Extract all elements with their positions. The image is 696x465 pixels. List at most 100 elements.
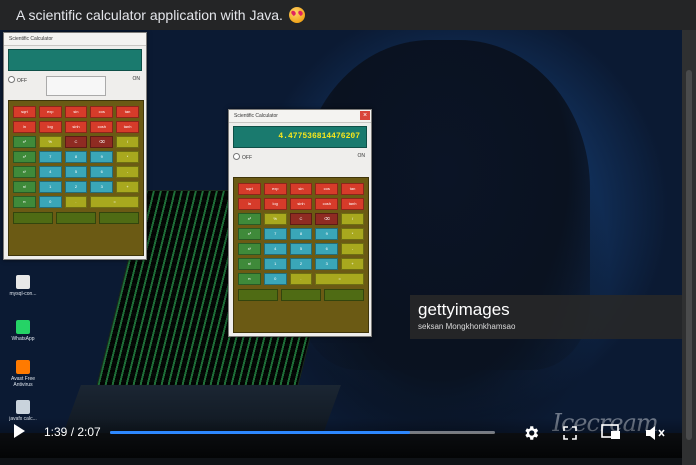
mute-icon[interactable] — [644, 424, 666, 442]
calc-key[interactable]: 4 — [38, 166, 62, 178]
calc-key[interactable]: 3 — [90, 181, 114, 193]
calc-key[interactable]: 5 — [64, 166, 88, 178]
calc-key[interactable]: / — [341, 213, 364, 225]
calc-key[interactable]: / — [116, 136, 139, 148]
calc-key[interactable]: = — [90, 196, 139, 208]
calculator-display — [8, 49, 142, 71]
calc-key[interactable]: tanh — [341, 198, 364, 210]
calc-key[interactable]: 0 — [38, 196, 62, 208]
calc-key[interactable]: log — [263, 198, 287, 210]
calc-key[interactable]: + — [116, 181, 139, 193]
calc-key[interactable]: log — [38, 121, 62, 133]
calc-key[interactable]: C — [289, 213, 313, 225]
calc-key[interactable]: . — [289, 273, 313, 285]
calc-key[interactable]: 4 — [263, 243, 287, 255]
calc-key[interactable]: cosh — [315, 198, 339, 210]
calc-key[interactable]: 6 — [90, 166, 114, 178]
calc-key[interactable] — [99, 212, 139, 224]
calc-key[interactable]: 3 — [315, 258, 339, 270]
calc-key[interactable]: ln — [238, 198, 261, 210]
calc-key[interactable]: sqrt — [238, 183, 261, 195]
calc-key[interactable]: π — [13, 196, 36, 208]
calc-key[interactable]: + — [341, 258, 364, 270]
calc-key[interactable]: ⌫ — [315, 213, 339, 225]
calc-key[interactable]: 8 — [64, 151, 88, 163]
calc-key[interactable]: cosh — [90, 121, 114, 133]
calc-key[interactable]: sinh — [64, 121, 88, 133]
close-icon[interactable]: × — [360, 111, 370, 120]
calc-key[interactable]: % — [38, 136, 62, 148]
progress-bar[interactable] — [110, 431, 495, 434]
calc-key[interactable]: 5 — [289, 243, 313, 255]
calc-key[interactable]: 6 — [315, 243, 339, 255]
calc-key[interactable]: x² — [13, 136, 36, 148]
calc-key[interactable]: 9 — [90, 151, 114, 163]
calc-key[interactable]: 2 — [289, 258, 313, 270]
calc-key[interactable]: tan — [116, 106, 139, 118]
time-display: 1:39 / 2:07 — [44, 425, 101, 439]
calc-key[interactable]: 7 — [38, 151, 62, 163]
calc-key[interactable] — [56, 212, 96, 224]
power-toggle[interactable]: OFF ON — [8, 76, 142, 96]
calc-key[interactable]: π — [238, 273, 261, 285]
calc-key[interactable]: xʸ — [238, 243, 261, 255]
calc-key[interactable]: xʸ — [13, 166, 36, 178]
video-frame[interactable]: mysql-con... WhatsApp Avast Free Antivirus… — [0, 30, 682, 465]
calc-key[interactable]: * — [116, 151, 139, 163]
calc-key[interactable]: ⌫ — [90, 136, 114, 148]
calc-key[interactable]: sin — [289, 183, 313, 195]
calc-key[interactable]: 1 — [38, 181, 62, 193]
calc-key[interactable]: % — [263, 213, 287, 225]
calc-key[interactable]: - — [341, 243, 364, 255]
calc-key[interactable]: sqrt — [13, 106, 36, 118]
calc-key[interactable]: ln — [13, 121, 36, 133]
off-radio-icon[interactable] — [8, 76, 15, 83]
calculator-window-large[interactable]: Scientific Calculator × 4.47753681447620… — [228, 109, 372, 337]
calc-key[interactable]: 1 — [263, 258, 287, 270]
fullscreen-icon[interactable] — [562, 425, 578, 441]
calc-key[interactable]: exp — [38, 106, 62, 118]
app-icon — [16, 275, 30, 289]
calculator-window-small[interactable]: Scientific Calculator OFF ON sqrt exp sin c… — [3, 32, 147, 260]
calc-key[interactable]: 9 — [315, 228, 339, 240]
calc-key[interactable]: n! — [13, 181, 36, 193]
calc-key[interactable]: tan — [341, 183, 364, 195]
calc-key[interactable]: 2 — [64, 181, 88, 193]
calc-key[interactable]: cos — [315, 183, 339, 195]
calc-key[interactable]: . — [64, 196, 88, 208]
settings-gear-icon[interactable] — [522, 424, 540, 442]
calc-key[interactable]: * — [341, 228, 364, 240]
calc-key[interactable]: sin — [64, 106, 88, 118]
calc-key[interactable]: C — [64, 136, 88, 148]
calc-key[interactable]: cos — [90, 106, 114, 118]
off-radio-icon[interactable] — [233, 153, 240, 160]
calc-key[interactable]: - — [116, 166, 139, 178]
calc-key[interactable]: 0 — [263, 273, 287, 285]
calc-key[interactable]: 8 — [289, 228, 313, 240]
calc-key[interactable]: x³ — [13, 151, 36, 163]
calc-key[interactable]: exp — [263, 183, 287, 195]
calc-key[interactable] — [238, 289, 278, 301]
calc-key[interactable] — [13, 212, 53, 224]
calc-key[interactable] — [324, 289, 364, 301]
desktop-icon[interactable]: Avast Free Antivirus — [6, 360, 40, 388]
on-label: ON — [357, 153, 366, 159]
app-icon — [16, 320, 30, 334]
desktop-icon[interactable]: mysql-con... — [6, 275, 40, 297]
getty-images-logo: gettyimages — [418, 300, 510, 319]
picture-in-picture-icon[interactable] — [601, 423, 621, 441]
scrollbar-thumb[interactable] — [686, 70, 692, 440]
desktop-icon[interactable]: WhatsApp — [6, 320, 40, 342]
calc-key[interactable]: x² — [238, 213, 261, 225]
calc-key[interactable]: sinh — [289, 198, 313, 210]
page-scrollbar[interactable] — [682, 30, 696, 465]
calc-key[interactable]: tanh — [116, 121, 139, 133]
desktop-icon-label: WhatsApp — [11, 336, 35, 342]
calc-key[interactable] — [281, 289, 321, 301]
calc-key[interactable]: = — [315, 273, 364, 285]
calc-key[interactable]: 7 — [263, 228, 287, 240]
calc-key[interactable]: n! — [238, 258, 261, 270]
power-toggle[interactable]: OFF ON — [233, 153, 367, 173]
play-icon[interactable] — [14, 424, 25, 438]
calc-key[interactable]: x³ — [238, 228, 261, 240]
